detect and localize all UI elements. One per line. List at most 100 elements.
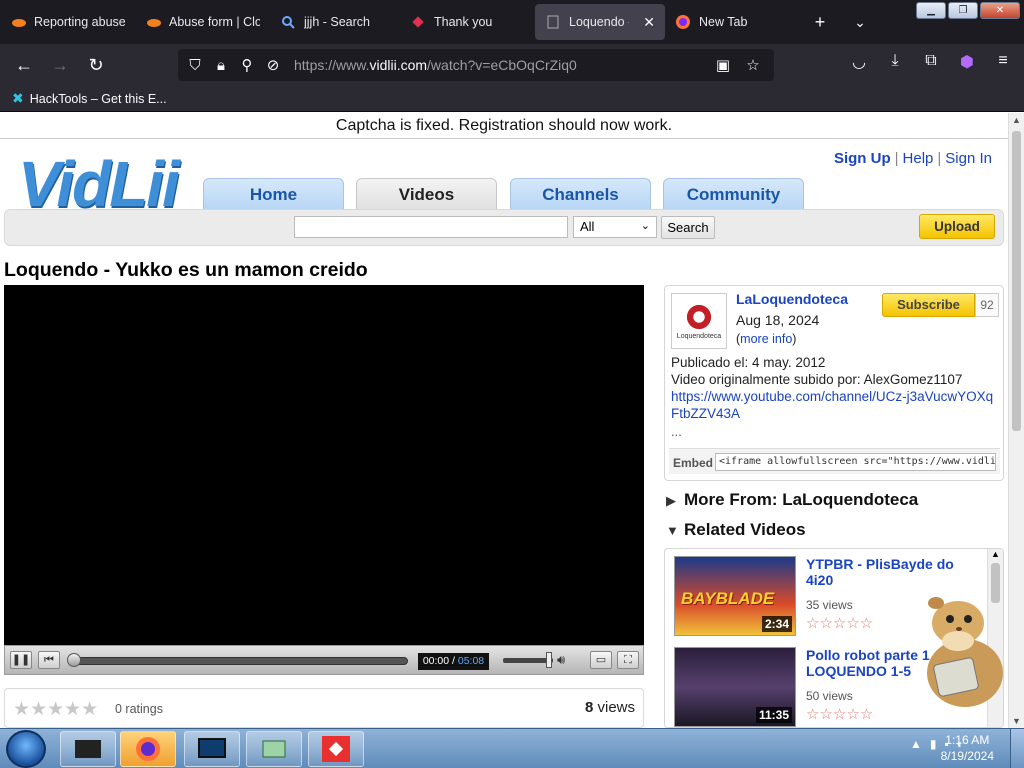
permissions-icon[interactable]: ⚲ [234,56,260,74]
desc-line: Video originalmente subido por: AlexGome… [671,372,963,387]
bookmarks-bar: ✖ HackTools – Get this E... [0,86,1024,112]
tab-label: Thank you [434,15,493,29]
fullscreen-icon[interactable]: ⛶ [617,651,639,669]
time-separator: / [449,655,458,667]
taskbar-app-anydesk[interactable] [308,731,364,767]
diamond-icon [410,14,426,30]
close-window-icon[interactable]: ✕ [980,2,1020,19]
show-desktop-button[interactable] [1010,729,1024,768]
embed-section: Embed <iframe allowfullscreen src="https… [669,448,1000,474]
volume-handle[interactable] [546,652,552,668]
clock-time: 1:16 AM [945,733,990,747]
os-taskbar: ▲ ▮ ▪ ◐ 1:16 AM 8/19/2024 [0,728,1024,768]
help-link[interactable]: Help [899,150,938,167]
shield-icon[interactable]: ⛉ [182,57,208,74]
url-bar[interactable]: ⛉ 🔒︎ ⚲ ⊘ https://www.vidlii.com/watch?v=… [178,49,774,81]
reload-icon[interactable]: ↻ [78,55,114,76]
pause-icon[interactable]: ❚❚ [10,651,32,669]
reader-view-icon[interactable]: ▣ [710,56,736,74]
taskbar-app-firefox[interactable] [120,731,176,767]
tracking-blocked-icon[interactable]: ⊘ [260,56,286,74]
scroll-up-icon[interactable]: ▲ [1012,115,1021,125]
browser-tab-active[interactable]: Loquendo - Yu ✕ [535,4,665,40]
film-reel-icon [685,302,713,331]
bookmark-star-icon[interactable]: ☆ [740,56,766,74]
nav-tab-videos[interactable]: Videos [356,178,497,210]
seek-handle[interactable] [67,653,81,667]
browser-tab[interactable]: Reporting abuse [0,4,135,40]
scroll-down-icon[interactable]: ▼ [1012,716,1021,726]
video-thumbnail[interactable]: 11:35 [674,647,796,727]
browser-tab[interactable]: New Tab [665,4,800,40]
nav-tab-home[interactable]: Home [203,178,344,210]
skip-back-icon[interactable]: ⏮ [38,651,60,669]
new-tab-icon[interactable]: + [800,12,840,33]
channel-avatar[interactable]: Loquendoteca [671,293,727,349]
total-time: 05:08 [457,655,485,667]
related-title[interactable]: YTPBR - PlisBayde do 4i20 [806,556,966,588]
channel-name[interactable]: LaLoquendoteca [736,291,848,307]
embed-label: Embed [673,456,714,470]
video-duration: 2:34 [761,616,792,632]
minimize-icon[interactable]: ▁ [916,2,946,19]
ratings-count: 0 ratings [115,702,163,716]
desc-expand[interactable]: ... [671,424,682,439]
scroll-up-icon[interactable]: ▲ [991,549,1000,559]
clock-date: 8/19/2024 [940,749,994,763]
search-category-select[interactable]: All ⌄ [573,216,657,238]
time-display: 00:00 / 05:08 [418,653,489,670]
start-button[interactable] [6,730,46,768]
page-scrollbar[interactable]: ▲ ▼ [1008,113,1024,728]
download-icon[interactable]: ⤓ [880,52,910,72]
tray-expand-icon[interactable]: ▲ [910,737,922,751]
category-value: All [580,219,595,234]
volume-icon[interactable]: 🔊︎ [557,652,565,668]
more-info: (more info) [736,332,797,346]
upload-button[interactable]: Upload [919,214,995,239]
browser-tab[interactable]: Abuse form | Clo [135,4,270,40]
desc-link[interactable]: https://www.youtube.com/channel/UCz-j3aV… [671,388,999,422]
maximize-icon[interactable]: ❐ [948,2,978,19]
video-stats: ★★★★★ 0 ratings 8 views [4,688,644,728]
firefox-icon [136,737,160,761]
taskbar-app-monitor[interactable] [184,731,240,767]
subscribe-button[interactable]: Subscribe [882,293,975,317]
embed-code-field[interactable]: <iframe allowfullscreen src="https://www… [715,453,996,471]
back-arrow-icon[interactable]: ← [6,55,42,76]
taskbar-app-tool[interactable] [246,731,302,767]
nav-tab-community[interactable]: Community [663,178,804,210]
tab-label: New Tab [699,15,748,29]
browser-tabbar: Reporting abuse Abuse form | Clo jjjh - … [0,0,1024,44]
lock-icon[interactable]: 🔒︎ [208,57,234,74]
tab-list-chevron-icon[interactable]: ⌄ [840,14,880,31]
forward-arrow-icon[interactable]: → [42,55,78,76]
search-button[interactable]: Search [661,216,715,239]
signup-link[interactable]: Sign Up [830,150,895,167]
menu-icon[interactable]: ≡ [988,52,1018,72]
nav-tab-channels[interactable]: Channels [510,178,651,210]
related-videos-toggle[interactable]: ▼ Related Videos [666,520,806,540]
more-info-link[interactable]: more info [740,332,792,346]
more-from-toggle[interactable]: ▶ More From: LaLoquendoteca [666,490,918,510]
scrollbar-thumb[interactable] [1012,131,1021,431]
theater-mode-icon[interactable]: ▭ [590,651,612,669]
signin-link[interactable]: Sign In [941,150,996,167]
bookmark-item[interactable]: HackTools – Get this E... [30,92,167,106]
seek-bar[interactable] [73,657,408,665]
browser-tab[interactable]: Thank you [400,4,535,40]
video-thumbnail[interactable]: BAYBLADE 2:34 [674,556,796,636]
addon-icon[interactable]: ⬢ [952,52,982,72]
tray-app-icon[interactable]: ▮ [930,737,937,751]
close-tab-icon[interactable]: ✕ [643,14,655,31]
pocket-icon[interactable]: ◡ [844,52,874,72]
video-title: Loquendo - Yukko es un mamon creido [4,259,368,281]
system-clock[interactable]: 1:16 AM 8/19/2024 [941,732,994,764]
rating-stars[interactable]: ★★★★★ [13,698,98,721]
url-text[interactable]: https://www.vidlii.com/watch?v=eCbOqCrZi… [294,57,577,73]
page-icon [545,14,561,30]
video-player[interactable] [4,285,644,645]
extensions-icon[interactable]: ⧉ [916,52,946,72]
taskbar-app-terminal[interactable] [60,731,116,767]
search-input[interactable] [294,216,568,238]
browser-tab[interactable]: jjjh - Search [270,4,400,40]
